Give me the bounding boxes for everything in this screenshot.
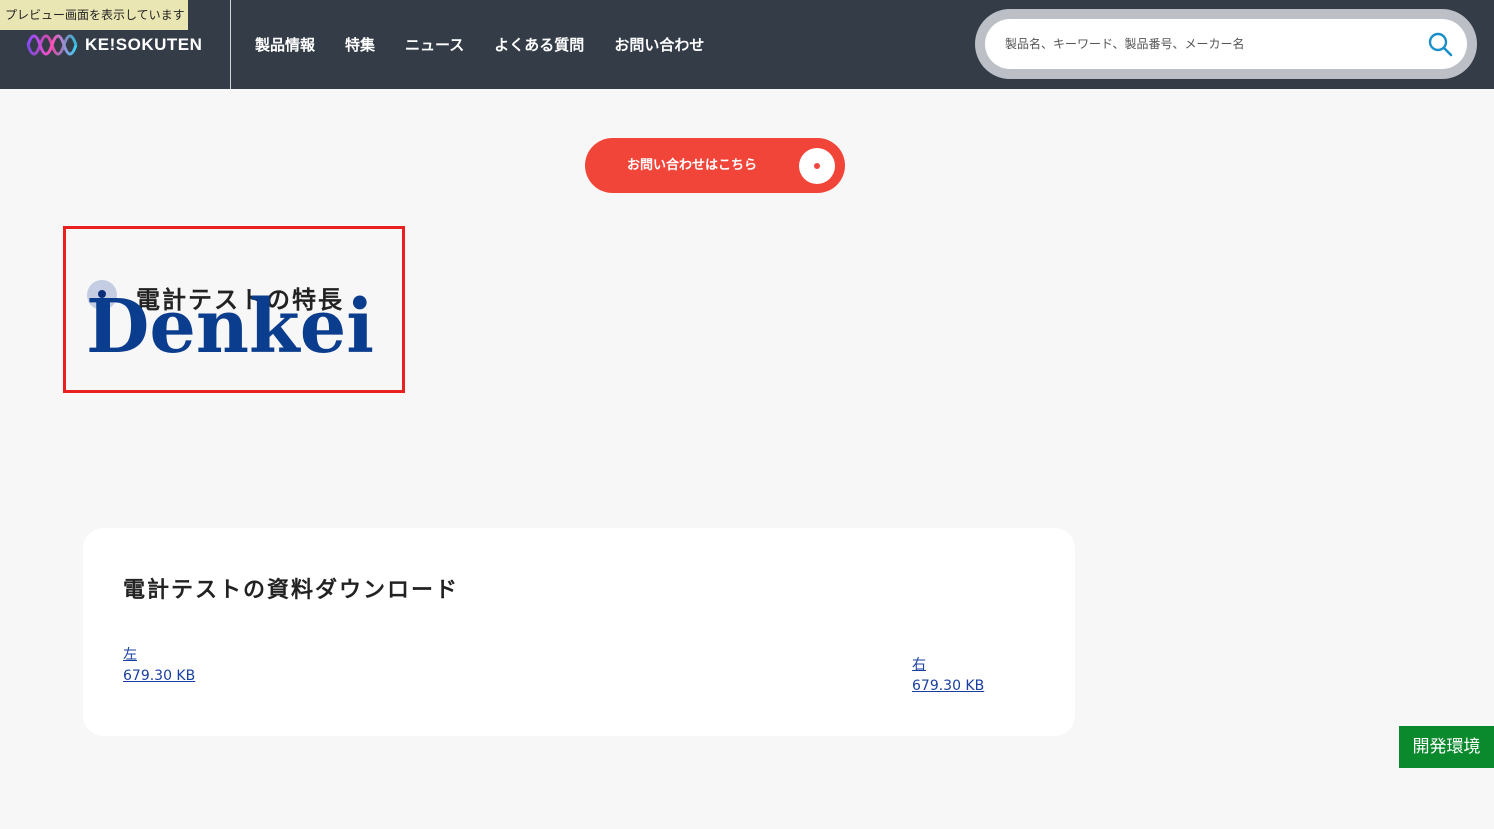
- nav-item-faq[interactable]: よくある質問: [494, 34, 584, 55]
- logo-text: KE!SOKUTEN: [85, 35, 203, 54]
- search-input[interactable]: [1005, 19, 1415, 69]
- env-badge: 開発環境: [1399, 726, 1494, 768]
- download-size: 679.30 KB: [912, 678, 985, 694]
- contact-button-label: お問い合わせはこちら: [627, 158, 758, 173]
- main-nav: 製品情報 特集 ニュース よくある質問 お問い合わせ: [255, 34, 734, 55]
- svg-text:Denkei: Denkei: [86, 285, 374, 360]
- contact-button[interactable]: お問い合わせはこちら: [585, 138, 845, 193]
- dot-icon: [799, 148, 835, 184]
- download-name: 右: [912, 657, 926, 673]
- downloads-card: 電計テストの資料ダウンロード 左 679.30 KB 右 679.30 KB: [83, 528, 1075, 736]
- denkei-logo-image: Denkei: [86, 285, 374, 360]
- search-icon[interactable]: [1427, 31, 1453, 57]
- download-name: 左: [123, 647, 137, 663]
- download-size: 679.30 KB: [123, 668, 196, 684]
- nav-item-news[interactable]: ニュース: [405, 34, 464, 55]
- search-field-wrap: [985, 19, 1467, 69]
- preview-banner: プレビュー画面を表示しています: [0, 0, 188, 30]
- nav-item-products[interactable]: 製品情報: [255, 34, 315, 55]
- site-header: KE!SOKUTEN 製品情報 特集 ニュース よくある質問 お問い合わせ: [0, 0, 1494, 89]
- nav-item-contact[interactable]: お問い合わせ: [614, 34, 704, 55]
- download-link-left[interactable]: 左 679.30 KB: [123, 645, 195, 687]
- download-link-right[interactable]: 右 679.30 KB: [912, 655, 984, 697]
- site-logo[interactable]: KE!SOKUTEN: [26, 30, 202, 60]
- nav-item-features[interactable]: 特集: [345, 34, 375, 55]
- search-box: [975, 9, 1477, 79]
- header-divider: [230, 0, 231, 89]
- downloads-title: 電計テストの資料ダウンロード: [123, 578, 460, 603]
- wave-logo-icon: [26, 34, 78, 56]
